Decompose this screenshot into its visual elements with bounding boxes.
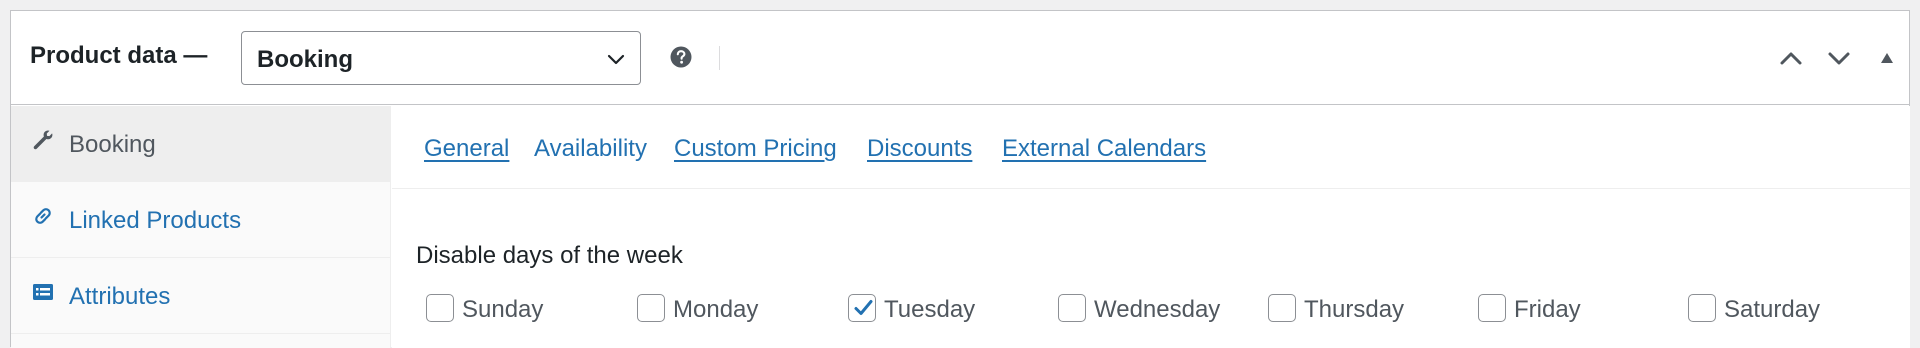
checkmark-icon — [854, 300, 873, 315]
product-type-select[interactable]: Booking — [241, 31, 641, 85]
day-label: Sunday — [462, 296, 544, 323]
day-label: Tuesday — [884, 296, 976, 323]
chevron-down-icon[interactable] — [1825, 44, 1853, 72]
panel-title: Product data — — [30, 42, 208, 69]
tab-booking-label: Booking — [69, 131, 156, 158]
link-icon — [35, 208, 51, 224]
product-type-value: Booking — [257, 46, 353, 73]
subnav-external-calendars[interactable]: External Calendars — [1002, 135, 1206, 163]
question-circle-icon[interactable] — [670, 46, 692, 68]
checkbox[interactable] — [1058, 294, 1086, 322]
booking-subnav: General Availability Custom Pricing Disc… — [392, 106, 1910, 189]
day-label: Friday — [1514, 296, 1581, 323]
day-label: Monday — [673, 296, 759, 323]
checkbox[interactable] — [1268, 294, 1296, 322]
product-data-panel: Product data — Booking Booking Linked Pr… — [10, 10, 1910, 348]
panel-header: Product data — Booking — [11, 11, 1909, 105]
subnav-general[interactable]: General — [424, 135, 509, 163]
tab-attributes-label: Attributes — [69, 283, 171, 310]
checkbox[interactable] — [1688, 294, 1716, 322]
day-label: Wednesday — [1094, 296, 1221, 323]
checkbox[interactable] — [426, 294, 454, 322]
subnav-availability[interactable]: Availability — [534, 135, 647, 163]
tab-attributes[interactable]: Attributes — [11, 258, 391, 334]
header-divider — [719, 46, 720, 70]
chevron-down-icon — [607, 54, 625, 65]
subnav-custom-pricing[interactable]: Custom Pricing — [674, 135, 837, 163]
tab-linked-products-label: Linked Products — [69, 207, 242, 234]
checkbox[interactable] — [1478, 294, 1506, 322]
booking-panel-content: General Availability Custom Pricing Disc… — [392, 106, 1910, 348]
triangle-up-icon[interactable] — [1873, 44, 1901, 72]
checkbox[interactable] — [848, 294, 876, 322]
day-label: Saturday — [1724, 296, 1821, 323]
wrench-icon — [33, 130, 53, 150]
chevron-up-icon[interactable] — [1777, 44, 1805, 72]
list-view-icon — [33, 284, 53, 300]
checkbox[interactable] — [637, 294, 665, 322]
subnav-discounts[interactable]: Discounts — [867, 135, 972, 163]
product-data-tabs: Booking Linked Products Attributes — [11, 106, 391, 348]
disable-days-label: Disable days of the week — [416, 242, 683, 269]
tab-booking[interactable]: Booking — [11, 106, 391, 182]
tab-linked-products[interactable]: Linked Products — [11, 182, 391, 258]
day-label: Thursday — [1304, 296, 1405, 323]
